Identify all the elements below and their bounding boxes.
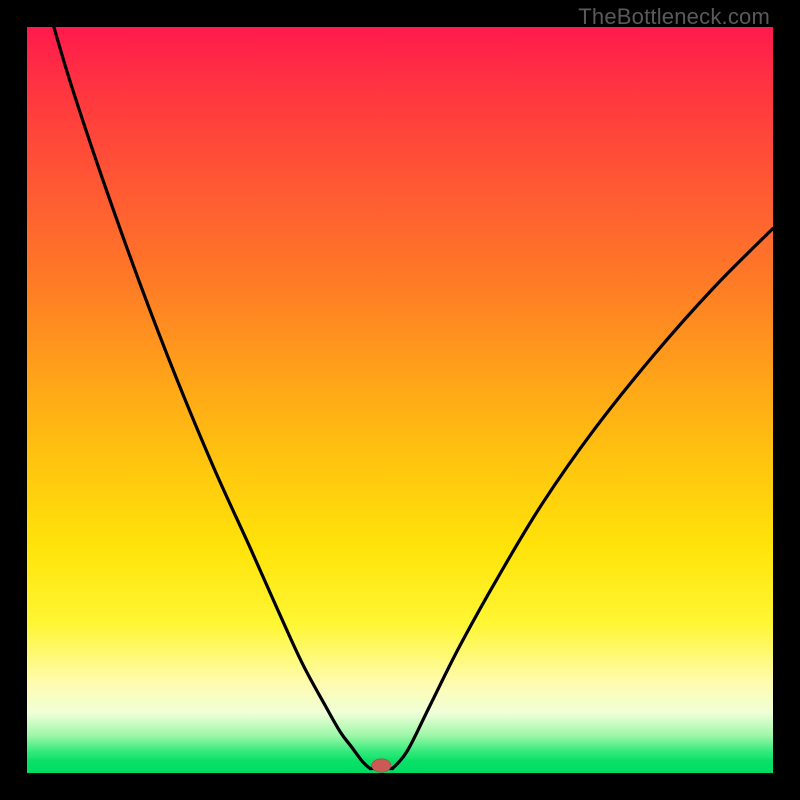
curve-left: [54, 27, 370, 769]
minimum-marker: [372, 759, 391, 772]
curve-svg: [27, 27, 773, 773]
plot-area: [27, 27, 773, 773]
curve-right: [393, 228, 773, 768]
chart-frame: TheBottleneck.com: [0, 0, 800, 800]
